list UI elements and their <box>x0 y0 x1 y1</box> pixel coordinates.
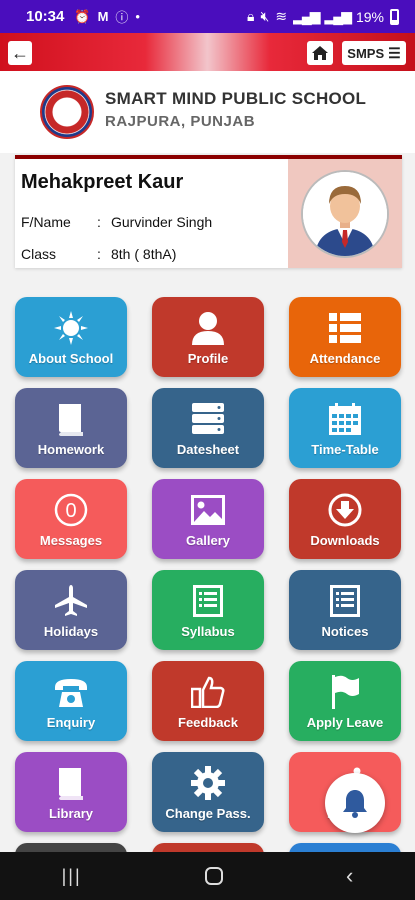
wifi-icon: ≋ <box>275 8 288 24</box>
tile-downloads[interactable]: Downloads <box>289 479 401 559</box>
tile-label: About School <box>28 351 114 366</box>
gear-icon <box>191 766 225 800</box>
tile-label: Syllabus <box>181 624 235 639</box>
book-icon <box>57 766 85 800</box>
tile-apply-leave[interactable]: Apply Leave <box>289 661 401 741</box>
server-icon <box>192 402 224 436</box>
hamburger-icon: ☰ <box>388 44 401 61</box>
arrow-left-icon: ← <box>11 42 29 63</box>
school-logo <box>40 85 94 139</box>
tile-change-pass[interactable]: Change Pass. <box>152 752 264 832</box>
thumbs-up-icon <box>191 675 225 709</box>
class-colon: : <box>97 246 101 262</box>
tile-homework[interactable]: Homework <box>15 388 127 468</box>
menu-button[interactable]: SMPS ☰ <box>342 41 406 65</box>
signal-icon-2: ▂▄▆ <box>324 8 352 24</box>
tile-label: Messages <box>39 533 103 548</box>
school-location: RAJPURA, PUNJAB <box>105 113 256 130</box>
school-header: SMART MIND PUBLIC SCHOOL RAJPURA, PUNJAB <box>0 71 415 153</box>
home-button[interactable] <box>307 41 333 65</box>
svg-text:0: 0 <box>65 500 76 522</box>
book-icon <box>57 402 85 436</box>
bell-icon <box>343 790 367 818</box>
tile-syllabus[interactable]: Syllabus <box>152 570 264 650</box>
class-value: 8th ( 8thA) <box>111 246 177 262</box>
lock-icon: 🔒︎ <box>247 8 255 24</box>
flag-icon <box>330 675 360 709</box>
tile-library[interactable]: Library <box>15 752 127 832</box>
battery-icon <box>390 8 399 25</box>
tile-time-table[interactable]: Time-Table <box>289 388 401 468</box>
mail-icon: M <box>97 9 109 24</box>
tile-attendance[interactable]: Attendance <box>289 297 401 377</box>
sun-icon <box>54 311 88 345</box>
tile-messages[interactable]: 0 Messages <box>15 479 127 559</box>
class-label: Class <box>21 246 57 262</box>
tile-enquiry[interactable]: Enquiry <box>15 661 127 741</box>
back-chevron-icon[interactable]: ‹ <box>346 863 353 889</box>
document-list-icon <box>193 584 223 618</box>
back-button[interactable]: ← <box>8 41 32 65</box>
airplane-icon <box>55 584 87 618</box>
student-name: Mehakpreet Kaur <box>21 171 184 193</box>
download-icon <box>328 493 362 527</box>
person-icon <box>192 311 224 345</box>
avatar-box <box>288 159 402 268</box>
tile-label: Enquiry <box>46 715 96 730</box>
document-list-icon <box>330 584 360 618</box>
system-nav-bar: ||| ‹ <box>0 852 415 900</box>
status-notification-icons: ⏰ M ⓘ • <box>74 7 140 26</box>
tile-feedback[interactable]: Feedback <box>152 661 264 741</box>
tile-label: Holidays <box>43 624 99 639</box>
app-bar: ← SMPS ☰ <box>0 33 415 71</box>
tile-label: Feedback <box>178 715 238 730</box>
father-name-label: F/Name <box>21 214 71 230</box>
tile-label: Notices <box>321 624 369 639</box>
father-name-colon: : <box>97 214 101 230</box>
tile-label: Homework <box>37 442 105 457</box>
signal-icon: ▂▄▆ <box>293 8 320 24</box>
student-card: Mehakpreet Kaur F/Name : Gurvinder Singh… <box>15 155 402 268</box>
tile-datesheet[interactable]: Datesheet <box>152 388 264 468</box>
tile-label: Gallery <box>185 533 231 548</box>
home-icon <box>312 46 328 60</box>
zero-badge-icon: 0 <box>54 493 88 527</box>
home-circle-icon[interactable] <box>204 867 223 885</box>
tile-label: Apply Leave <box>306 715 384 730</box>
dot-icon: • <box>135 9 140 24</box>
tile-label: Datesheet <box>176 442 240 457</box>
tile-profile[interactable]: Profile <box>152 297 264 377</box>
tile-label: Downloads <box>310 533 380 548</box>
avatar[interactable] <box>301 169 389 258</box>
avatar-person-icon <box>303 171 387 256</box>
school-name: SMART MIND PUBLIC SCHOOL <box>105 89 367 108</box>
mute-icon: 🔇︎ <box>260 8 270 24</box>
tile-notices[interactable]: Notices <box>289 570 401 650</box>
battery-text: 19% <box>355 8 384 25</box>
info-icon: ⓘ <box>115 10 129 25</box>
calendar-icon <box>329 402 361 436</box>
tile-label: Profile <box>187 351 229 366</box>
father-name-value: Gurvinder Singh <box>111 214 213 230</box>
recents-icon[interactable]: ||| <box>62 866 82 887</box>
tile-holidays[interactable]: Holidays <box>15 570 127 650</box>
alarm-icon: ⏰ <box>74 8 91 24</box>
tile-gallery[interactable]: Gallery <box>152 479 264 559</box>
status-bar: 10:34 ⏰ M ⓘ • 🔒︎ 🔇︎ ≋ ▂▄▆ ▂▄▆ 19% <box>0 0 415 33</box>
status-time: 10:34 <box>26 8 65 25</box>
menu-label: SMPS <box>347 45 385 61</box>
tile-label: Attendance <box>309 351 381 366</box>
tile-label: Change Pass. <box>165 806 251 821</box>
tile-label: Library <box>48 806 94 821</box>
notification-bell-button[interactable] <box>325 773 385 833</box>
list-icon <box>329 311 361 345</box>
phone-icon <box>53 675 89 709</box>
tile-about-school[interactable]: About School <box>15 297 127 377</box>
image-icon <box>191 493 225 527</box>
tile-label: Time-Table <box>311 442 379 457</box>
